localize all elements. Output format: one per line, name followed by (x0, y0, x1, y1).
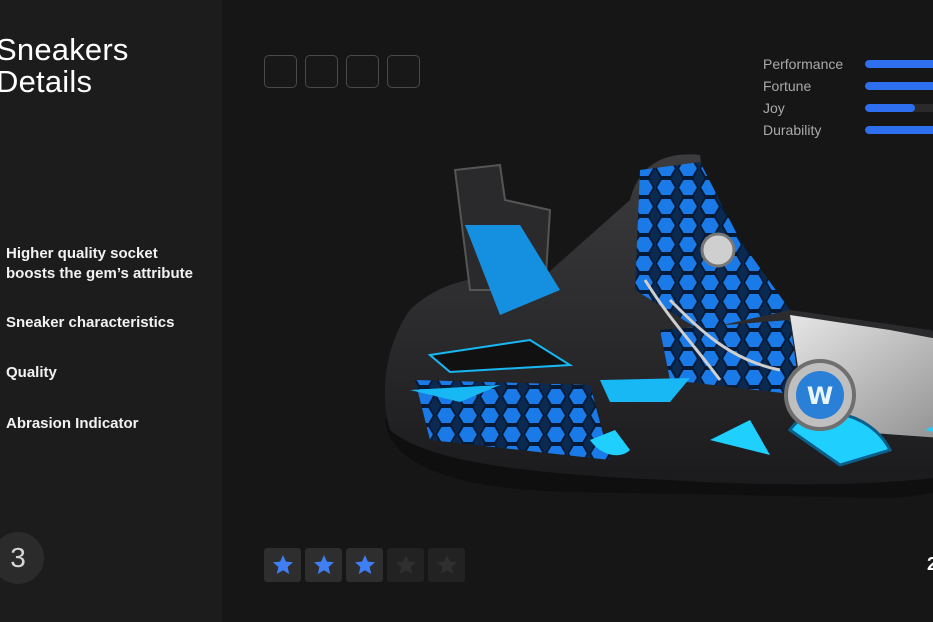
feature-sneaker-characteristics[interactable]: Sneaker characteristics (6, 313, 206, 333)
feature-abrasion-indicator[interactable]: Abrasion Indicator (6, 414, 206, 434)
gem-socket-3[interactable] (346, 55, 379, 88)
star-icon (436, 555, 457, 574)
stat-bar-fill (865, 60, 933, 68)
level-badge: 3 (0, 532, 44, 584)
stat-bar (865, 60, 933, 68)
stat-bar (865, 126, 933, 134)
svg-text:W: W (807, 382, 833, 410)
gem-socket-1[interactable] (264, 55, 297, 88)
rating-star-2[interactable] (305, 548, 342, 582)
gem-socket-row (264, 55, 420, 88)
rating-star-3[interactable] (346, 548, 383, 582)
stat-label: Performance (763, 56, 844, 72)
star-icon (395, 555, 416, 574)
stat-bar-fill (865, 104, 915, 112)
gem-socket-4[interactable] (387, 55, 420, 88)
title-line-2: Details (0, 64, 93, 99)
stat-fortune: Fortune (763, 77, 933, 99)
stat-bar-fill (865, 82, 933, 90)
stat-label: Durability (763, 122, 822, 138)
stat-bar (865, 82, 933, 90)
rating-star-5[interactable] (428, 548, 465, 582)
feature-socket-quality[interactable]: Higher quality socket boosts the gem’s a… (6, 244, 206, 283)
feature-list: Higher quality socket boosts the gem’s a… (6, 244, 206, 464)
w-logo-badge: W (784, 359, 856, 431)
page-title: Sneakers Details (0, 34, 129, 98)
title-line-1: Sneakers (0, 32, 129, 67)
star-icon (313, 555, 334, 574)
feature-quality[interactable]: Quality (6, 363, 206, 383)
sneaker-image: W (384, 154, 933, 498)
quality-rating (264, 548, 465, 582)
stat-label: Fortune (763, 78, 812, 94)
sneaker-details-page: Sneakers Details Higher quality socket b… (0, 0, 933, 622)
edge-partial-text: 2 (926, 554, 933, 574)
stat-joy: Joy (763, 99, 933, 121)
stat-bar-fill (865, 126, 933, 134)
stat-bar (865, 104, 933, 112)
stat-performance: Performance (763, 55, 933, 77)
details-sidebar: Sneakers Details Higher quality socket b… (0, 0, 222, 622)
stat-label: Joy (763, 100, 785, 116)
gem-socket-2[interactable] (305, 55, 338, 88)
rating-star-4[interactable] (387, 548, 424, 582)
star-icon (272, 555, 293, 574)
star-icon (354, 555, 375, 574)
rating-star-1[interactable] (264, 548, 301, 582)
attribute-stats: Performance Fortune Joy Durability (763, 55, 933, 143)
